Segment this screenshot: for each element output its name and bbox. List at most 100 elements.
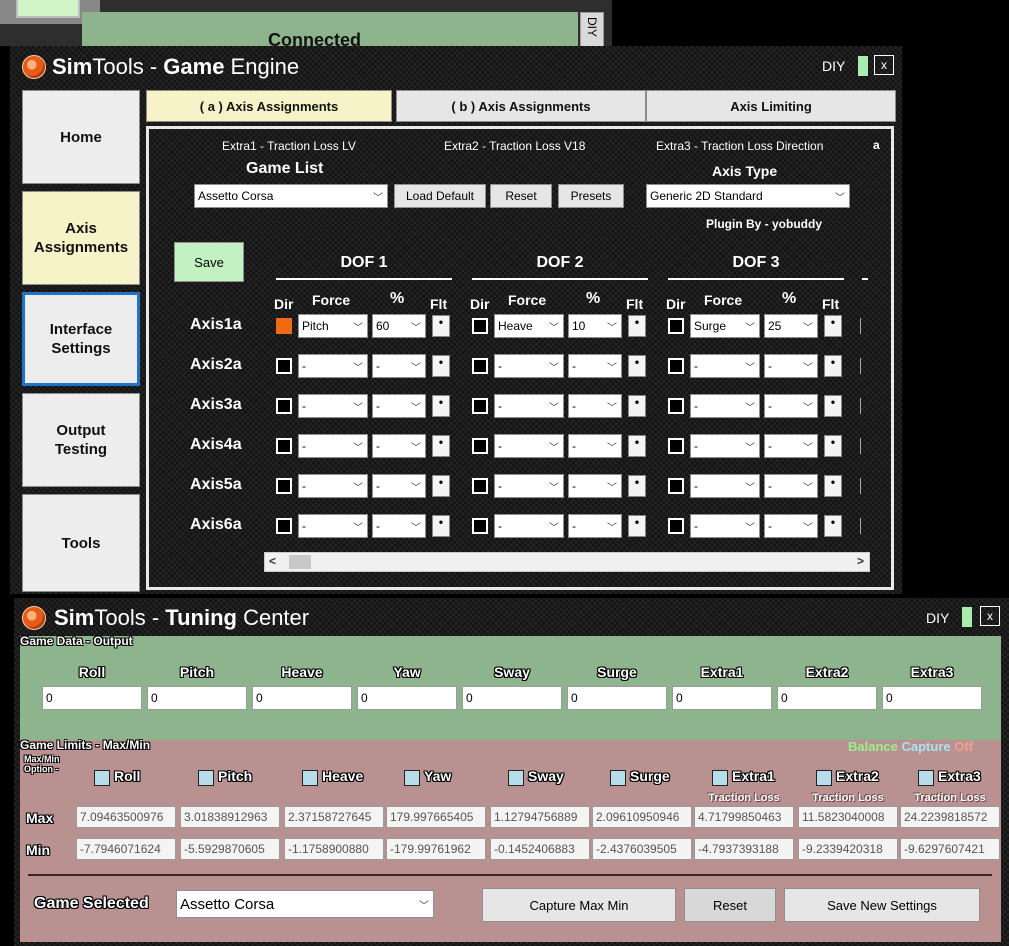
min-value-field[interactable]: -179.99761962 xyxy=(386,838,486,860)
output-value-field[interactable]: 0 xyxy=(357,686,457,710)
background-side-tab[interactable]: DIY xyxy=(580,12,604,48)
force-select[interactable]: - ﹀ xyxy=(494,474,564,498)
force-select[interactable]: - ﹀ xyxy=(494,514,564,538)
percent-select[interactable]: - ﹀ xyxy=(568,354,622,378)
min-value-field[interactable]: -0.1452406883 xyxy=(490,838,590,860)
max-value-field[interactable]: 2.09610950946 xyxy=(592,806,692,828)
percent-select[interactable]: 10 ﹀ xyxy=(568,314,622,338)
percent-select[interactable]: - ﹀ xyxy=(764,474,818,498)
presets-button[interactable]: Presets xyxy=(558,184,624,208)
filter-button[interactable]: • xyxy=(824,475,842,497)
force-select[interactable]: - ﹀ xyxy=(690,354,760,378)
percent-select[interactable]: - ﹀ xyxy=(764,434,818,458)
force-select[interactable]: - ﹀ xyxy=(298,514,368,538)
force-select[interactable]: - ﹀ xyxy=(690,434,760,458)
filter-button[interactable]: • xyxy=(628,395,646,417)
max-value-field[interactable]: 11.5823040008 xyxy=(798,806,898,828)
direction-checkbox[interactable] xyxy=(668,518,684,534)
percent-select[interactable]: - ﹀ xyxy=(568,514,622,538)
min-value-field[interactable]: -4.7937393188 xyxy=(694,838,794,860)
output-value-field[interactable]: 0 xyxy=(252,686,352,710)
filter-button[interactable]: • xyxy=(824,515,842,537)
force-select[interactable]: - ﹀ xyxy=(298,434,368,458)
direction-checkbox[interactable] xyxy=(472,518,488,534)
scroll-left-button[interactable]: < xyxy=(269,554,276,568)
game-selected-select[interactable]: Assetto Corsa ﹀ xyxy=(176,890,434,918)
max-value-field[interactable]: 179.997665405 xyxy=(386,806,486,828)
capture-max-min-button[interactable]: Capture Max Min xyxy=(482,888,676,922)
tab-axis-assignments-b[interactable]: ( b ) Axis Assignments xyxy=(396,90,646,122)
max-value-field[interactable]: 24.2239818572 xyxy=(900,806,1000,828)
percent-select[interactable]: - ﹀ xyxy=(568,474,622,498)
load-default-button[interactable]: Load Default xyxy=(394,184,486,208)
direction-checkbox[interactable] xyxy=(472,358,488,374)
filter-button[interactable]: • xyxy=(432,395,450,417)
max-value-field[interactable]: 1.12794756889 xyxy=(490,806,590,828)
direction-checkbox[interactable] xyxy=(276,318,292,334)
filter-button[interactable]: • xyxy=(628,515,646,537)
min-value-field[interactable]: -2.4376039505 xyxy=(592,838,692,860)
output-value-field[interactable]: 0 xyxy=(882,686,982,710)
option-checkbox[interactable] xyxy=(610,770,626,786)
filter-button[interactable]: • xyxy=(628,435,646,457)
min-value-field[interactable]: -7.7946071624 xyxy=(76,838,176,860)
output-value-field[interactable]: 0 xyxy=(42,686,142,710)
percent-select[interactable]: - ﹀ xyxy=(568,394,622,418)
option-checkbox[interactable] xyxy=(302,770,318,786)
percent-select[interactable]: - ﹀ xyxy=(372,474,426,498)
direction-checkbox[interactable] xyxy=(472,438,488,454)
direction-checkbox[interactable] xyxy=(276,398,292,414)
min-value-field[interactable]: -1.1758900880 xyxy=(284,838,384,860)
percent-select[interactable]: - ﹀ xyxy=(372,394,426,418)
force-select[interactable]: Heave ﹀ xyxy=(494,314,564,338)
force-select[interactable]: - ﹀ xyxy=(298,474,368,498)
force-select[interactable]: - ﹀ xyxy=(690,394,760,418)
force-select[interactable]: - ﹀ xyxy=(298,354,368,378)
filter-button[interactable]: • xyxy=(824,315,842,337)
option-checkbox[interactable] xyxy=(404,770,420,786)
direction-checkbox[interactable] xyxy=(668,398,684,414)
filter-button[interactable]: • xyxy=(432,515,450,537)
filter-button[interactable]: • xyxy=(628,315,646,337)
max-value-field[interactable]: 3.01838912963 xyxy=(180,806,280,828)
force-select[interactable]: - ﹀ xyxy=(494,434,564,458)
nav-home[interactable]: Home xyxy=(22,90,140,184)
direction-checkbox[interactable] xyxy=(276,438,292,454)
output-value-field[interactable]: 0 xyxy=(567,686,667,710)
direction-checkbox[interactable] xyxy=(472,478,488,494)
percent-select[interactable]: - ﹀ xyxy=(372,514,426,538)
output-value-field[interactable]: 0 xyxy=(777,686,877,710)
save-new-settings-button[interactable]: Save New Settings xyxy=(784,888,980,922)
percent-select[interactable]: 25 ﹀ xyxy=(764,314,818,338)
direction-checkbox[interactable] xyxy=(668,478,684,494)
filter-button[interactable]: • xyxy=(824,355,842,377)
output-value-field[interactable]: 0 xyxy=(462,686,562,710)
option-checkbox[interactable] xyxy=(94,770,110,786)
game-list-select[interactable]: Assetto Corsa ﹀ xyxy=(194,184,388,208)
min-value-field[interactable]: -5.5929870605 xyxy=(180,838,280,860)
force-select[interactable]: - ﹀ xyxy=(298,394,368,418)
option-checkbox[interactable] xyxy=(508,770,524,786)
min-value-field[interactable]: -9.2339420318 xyxy=(798,838,898,860)
max-value-field[interactable]: 4.71799850463 xyxy=(694,806,794,828)
filter-button[interactable]: • xyxy=(824,395,842,417)
filter-button[interactable]: • xyxy=(432,315,450,337)
nav-axis-assignments[interactable]: Axis Assignments xyxy=(22,191,140,285)
filter-button[interactable]: • xyxy=(628,475,646,497)
filter-button[interactable]: • xyxy=(628,355,646,377)
filter-button[interactable]: • xyxy=(824,435,842,457)
output-value-field[interactable]: 0 xyxy=(147,686,247,710)
reset-button[interactable]: Reset xyxy=(490,184,552,208)
scroll-thumb[interactable] xyxy=(289,555,311,569)
horizontal-scrollbar[interactable]: < > xyxy=(264,552,870,572)
option-checkbox[interactable] xyxy=(816,770,832,786)
percent-select[interactable]: - ﹀ xyxy=(764,514,818,538)
force-select[interactable]: - ﹀ xyxy=(494,354,564,378)
tab-axis-assignments-a[interactable]: ( a ) Axis Assignments xyxy=(146,90,392,122)
close-button[interactable]: x xyxy=(980,606,1000,626)
close-button[interactable]: x xyxy=(874,55,894,75)
option-checkbox[interactable] xyxy=(198,770,214,786)
max-value-field[interactable]: 7.09463500976 xyxy=(76,806,176,828)
save-button[interactable]: Save xyxy=(174,242,244,282)
force-select[interactable]: - ﹀ xyxy=(494,394,564,418)
